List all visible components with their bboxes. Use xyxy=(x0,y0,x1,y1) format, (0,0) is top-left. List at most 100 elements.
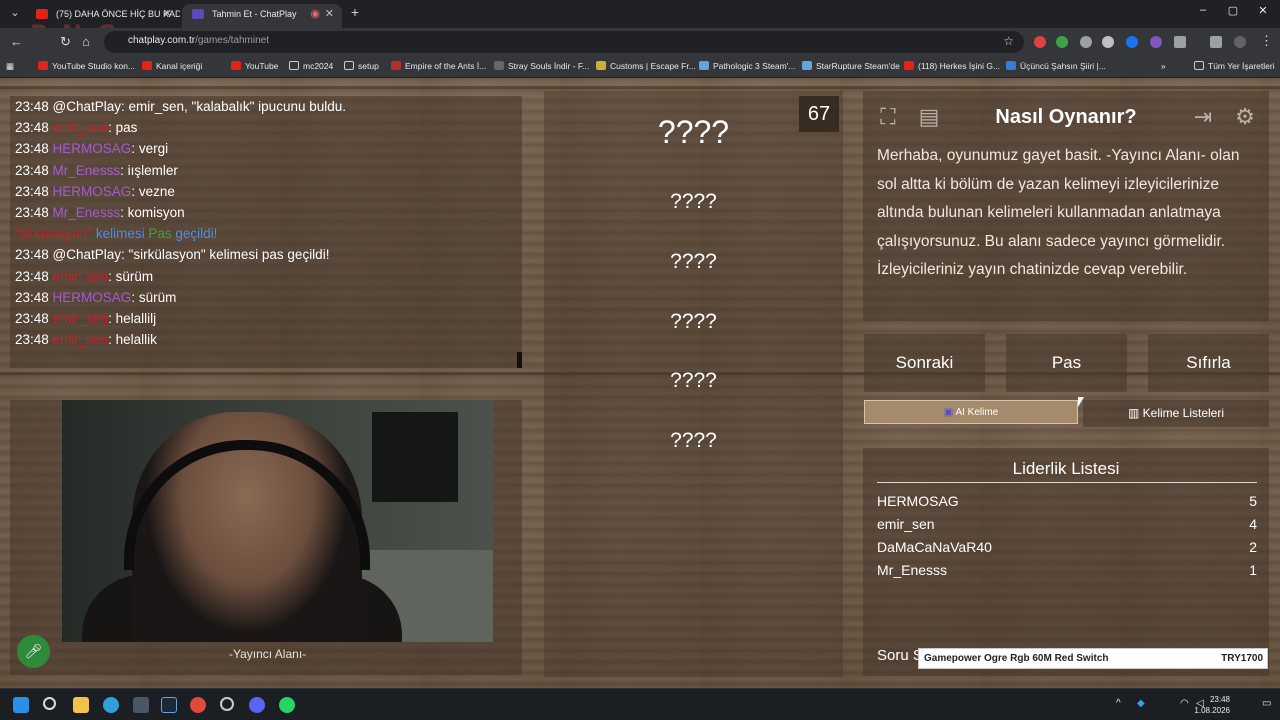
chat-text: : sürüm xyxy=(108,268,154,284)
chat-username[interactable]: Mr_Enesss xyxy=(53,205,121,220)
bookmark-item[interactable]: StarRupture Steam'de xyxy=(802,61,900,71)
microphone-button[interactable]: 🎤︎ xyxy=(17,635,50,668)
extension-icon[interactable] xyxy=(1102,36,1114,48)
list-icon: ▥ xyxy=(1127,406,1143,420)
chat-username[interactable]: Mr_Enesss xyxy=(53,163,121,178)
chat-timestamp: 23:48 xyxy=(15,120,53,136)
wifi-icon[interactable]: ◠ xyxy=(1180,698,1189,709)
minimize-icon[interactable]: – xyxy=(1188,4,1218,16)
chat-message: 23:48 Mr_Enesss: komisyon xyxy=(15,205,185,220)
tab-list-icon[interactable] xyxy=(1210,36,1222,48)
extensions-puzzle-icon[interactable] xyxy=(1174,36,1186,48)
chat-timestamp: 23:48 xyxy=(15,162,53,178)
ad-product-name: Gamepower Ogre Rgb 60M Red Switch xyxy=(924,653,1109,664)
forbidden-word: ???? xyxy=(670,369,717,392)
robot-icon: ▣ xyxy=(943,407,956,418)
extension-icon[interactable] xyxy=(1150,36,1162,48)
chat-text: : vezne xyxy=(131,183,175,199)
pass-button[interactable]: Pas xyxy=(1006,334,1127,392)
tab-chatplay[interactable]: Tahmin Et - ChatPlay ◉ ✕ xyxy=(182,4,342,28)
next-button[interactable]: Sonraki xyxy=(864,334,985,392)
bookmark-folder[interactable]: setup xyxy=(344,61,379,71)
chat-text: : vergi xyxy=(131,141,169,157)
bookmark-item[interactable]: Pathologic 3 Steam'... xyxy=(699,61,795,71)
bookmark-item[interactable]: YouTube Studio kon... xyxy=(38,61,135,71)
reset-button[interactable]: Sıfırla xyxy=(1148,334,1269,392)
word-lists-button[interactable]: ▥ Kelime Listeleri xyxy=(1083,400,1269,427)
leaderboard-row: emir_sen 4 xyxy=(877,516,1257,532)
ai-word-button[interactable]: ▣ AI Kelime xyxy=(864,400,1078,424)
chat-username[interactable]: @ChatPlay xyxy=(53,247,121,262)
all-bookmarks[interactable]: Tüm Yer İşaretleri xyxy=(1194,61,1275,71)
extension-icon[interactable] xyxy=(1056,36,1068,48)
steam-icon[interactable] xyxy=(161,697,177,713)
chat-scrollbar[interactable] xyxy=(517,352,522,368)
reload-icon[interactable]: ↻ xyxy=(60,34,71,50)
chat-username[interactable]: HERMOSAG xyxy=(53,141,132,156)
maximize-icon[interactable]: ▢ xyxy=(1218,4,1248,17)
steam-icon xyxy=(802,61,812,70)
system-clock[interactable]: 23:48 1.08.2026 xyxy=(1194,694,1230,716)
chat-username[interactable]: "sirkülasyon" xyxy=(15,226,92,241)
chat-message: 23:48 emir_sen: pas xyxy=(15,120,137,135)
close-tab-icon[interactable]: ✕ xyxy=(325,4,334,24)
product-ad-banner[interactable]: Gamepower Ogre Rgb 60M Red Switch TRY170… xyxy=(918,648,1268,669)
close-window-icon[interactable]: ✕ xyxy=(1248,4,1278,17)
profile-avatar[interactable] xyxy=(1234,36,1246,48)
bookmark-item[interactable]: Stray Souls İndir - F... xyxy=(494,61,589,71)
start-windows-icon[interactable] xyxy=(13,697,29,713)
back-icon[interactable]: ← xyxy=(10,34,23,49)
menu-kebab-icon[interactable]: ⋮ xyxy=(1260,33,1273,49)
whatsapp-icon[interactable] xyxy=(279,697,295,713)
store-icon[interactable] xyxy=(133,697,149,713)
file-explorer-icon[interactable] xyxy=(73,697,89,713)
address-bar[interactable]: chatplay.com.tr/games/tahminet ☆ xyxy=(104,31,1024,53)
bookmark-item[interactable]: Empire of the Ants İ... xyxy=(391,61,486,71)
chat-text: : "sirkülasyon" kelimesi pas geçildi! xyxy=(121,247,330,263)
chat-username[interactable]: emir_sen xyxy=(53,311,109,326)
bookmark-item[interactable]: (118) Herkes İşini G... xyxy=(904,61,1000,71)
tray-app-icon[interactable]: ◆ xyxy=(1137,698,1145,709)
more-bookmarks-icon[interactable]: » xyxy=(1161,61,1166,71)
chat-username[interactable]: HERMOSAG xyxy=(53,290,132,305)
chat-timestamp: 23:48 xyxy=(15,99,53,114)
extension-icon[interactable] xyxy=(1126,36,1138,48)
chat-message: 23:48 emir_sen: helallilj xyxy=(15,311,156,326)
tab-search-icon[interactable]: ⌄ xyxy=(4,6,26,22)
chat-message: 23:48 HERMOSAG: sürüm xyxy=(15,290,176,305)
bookmark-item[interactable]: Üçüncü Şahsın Şiiri |... xyxy=(1006,61,1106,71)
chat-message: 23:48 emir_sen: helallik xyxy=(15,332,157,347)
extension-icon[interactable] xyxy=(1080,36,1092,48)
streamer-area-label: -Yayıncı Alanı- xyxy=(229,647,307,661)
obs-icon[interactable] xyxy=(220,697,234,711)
tray-overflow-icon[interactable]: ^ xyxy=(1116,698,1121,709)
chat-username[interactable]: @ChatPlay xyxy=(53,99,121,114)
chrome-icon[interactable] xyxy=(190,697,206,713)
how-to-play-text: Merhaba, oyunumuz gayet basit. -Yayıncı … xyxy=(877,147,1240,278)
bookmark-star-icon[interactable]: ☆ xyxy=(1003,34,1014,48)
chat-username[interactable]: emir_sen xyxy=(53,332,109,347)
new-tab-icon[interactable]: + xyxy=(344,4,366,20)
chat-timestamp: 23:48 xyxy=(15,289,53,305)
chat-username[interactable]: emir_sen xyxy=(53,269,109,284)
discord-icon[interactable] xyxy=(249,697,265,713)
chat-timestamp: 23:48 xyxy=(15,268,53,284)
chat-message: 23:48 emir_sen: sürüm xyxy=(15,269,153,284)
chat-username[interactable]: HERMOSAG xyxy=(53,184,132,199)
chat-username[interactable]: emir_sen xyxy=(53,120,109,135)
bookmark-folder[interactable]: mc2024 xyxy=(289,61,333,71)
bookmark-item[interactable]: YouTube xyxy=(231,61,278,71)
site-icon xyxy=(1006,61,1016,70)
chat-message: 23:48 HERMOSAG: vergi xyxy=(15,141,168,156)
home-icon[interactable]: ⌂ xyxy=(82,34,90,49)
notifications-icon[interactable]: ▭ xyxy=(1262,698,1271,709)
apps-grid-icon[interactable]: ▦ xyxy=(6,61,14,72)
search-icon[interactable] xyxy=(43,697,56,710)
bookmark-item[interactable]: Customs | Escape Fr... xyxy=(596,61,696,71)
edge-icon[interactable] xyxy=(103,697,119,713)
youtube-icon xyxy=(38,61,48,70)
extension-icon[interactable] xyxy=(1034,36,1046,48)
bookmark-item[interactable]: Kanal içeriği xyxy=(142,61,202,71)
folder-icon xyxy=(1194,61,1204,70)
chat-timestamp: 23:48 xyxy=(15,311,53,326)
